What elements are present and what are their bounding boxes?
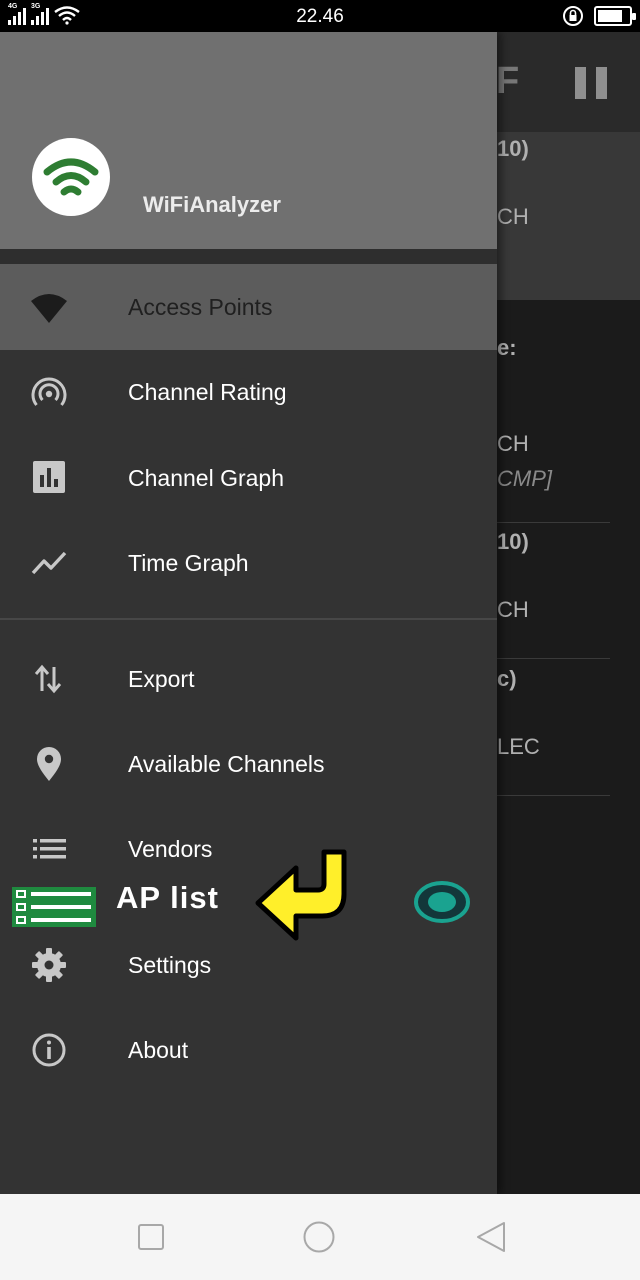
menu-item-available-channels[interactable]: Available Channels (0, 721, 497, 807)
menu-item-access-points[interactable]: Access Points (0, 264, 497, 350)
menu-item-label: Access Points (128, 294, 273, 320)
menu-item-label: About (128, 1037, 189, 1063)
menu-item-label: Settings (128, 952, 212, 978)
lock-rotation-icon (563, 6, 583, 26)
ap-list-label: AP list (116, 880, 219, 915)
ap-list-icon (12, 887, 96, 927)
menu-item-time-graph[interactable]: Time Graph (0, 520, 497, 606)
toggle-icon[interactable] (413, 880, 471, 924)
app-name: WiFiAnalyzer (143, 192, 281, 217)
menu-divider (0, 618, 497, 620)
battery-icon (594, 6, 636, 26)
background-text: CH (497, 431, 529, 456)
menu-item-label: Time Graph (128, 550, 249, 576)
background-divider (497, 658, 610, 659)
status-icons-right (562, 5, 636, 27)
menu-item-settings[interactable]: Settings (0, 922, 497, 1008)
system-nav-bar (0, 1194, 640, 1280)
import-export-icon (34, 664, 62, 694)
background-text: CMP] (497, 466, 552, 491)
gear-icon (32, 948, 66, 982)
navigation-drawer: WiFiAnalyzer Access Points Channel Ratin… (0, 32, 497, 1194)
menu-item-label: Channel Rating (128, 379, 287, 405)
background-divider (497, 522, 610, 523)
background-text: CH (497, 597, 529, 622)
background-divider (497, 795, 610, 796)
line-chart-icon (31, 551, 67, 575)
battery-level (598, 10, 622, 22)
menu-item-export[interactable]: Export (0, 636, 497, 722)
arrow-icon (255, 849, 347, 941)
info-icon (32, 1033, 66, 1067)
background-filter-icon: F (496, 60, 520, 102)
background-text: e: (497, 335, 517, 360)
wifi-icon (31, 294, 67, 323)
menu-item-channel-rating[interactable]: Channel Rating (0, 349, 497, 435)
wifi-logo-icon (43, 158, 99, 196)
menu-item-label: Export (128, 666, 195, 692)
back-button[interactable] (474, 1220, 508, 1254)
bar-chart-icon (33, 461, 65, 493)
menu-item-label: Channel Graph (128, 465, 284, 491)
status-time: 22.46 (296, 6, 344, 27)
list-icon (33, 839, 66, 859)
header-separator (0, 249, 497, 264)
location-pin-icon (37, 747, 61, 781)
home-button[interactable] (302, 1220, 336, 1254)
status-bar: 4G 3G 22.46 (0, 0, 640, 32)
drawer-header: WiFiAnalyzer (0, 32, 497, 249)
recent-apps-button[interactable] (134, 1220, 168, 1254)
app-logo (32, 138, 110, 216)
wifi-tethering-icon (31, 377, 67, 406)
menu-item-about[interactable]: About (0, 1007, 497, 1093)
background-text: LEC (497, 734, 540, 759)
background-text: CH (497, 204, 529, 229)
background-text: c) (497, 666, 517, 691)
menu-item-label: Available Channels (128, 751, 325, 777)
background-text: 10) (497, 529, 529, 554)
pause-icon[interactable] (575, 67, 607, 99)
background-text: 10) (497, 136, 529, 161)
menu-item-channel-graph[interactable]: Channel Graph (0, 435, 497, 521)
